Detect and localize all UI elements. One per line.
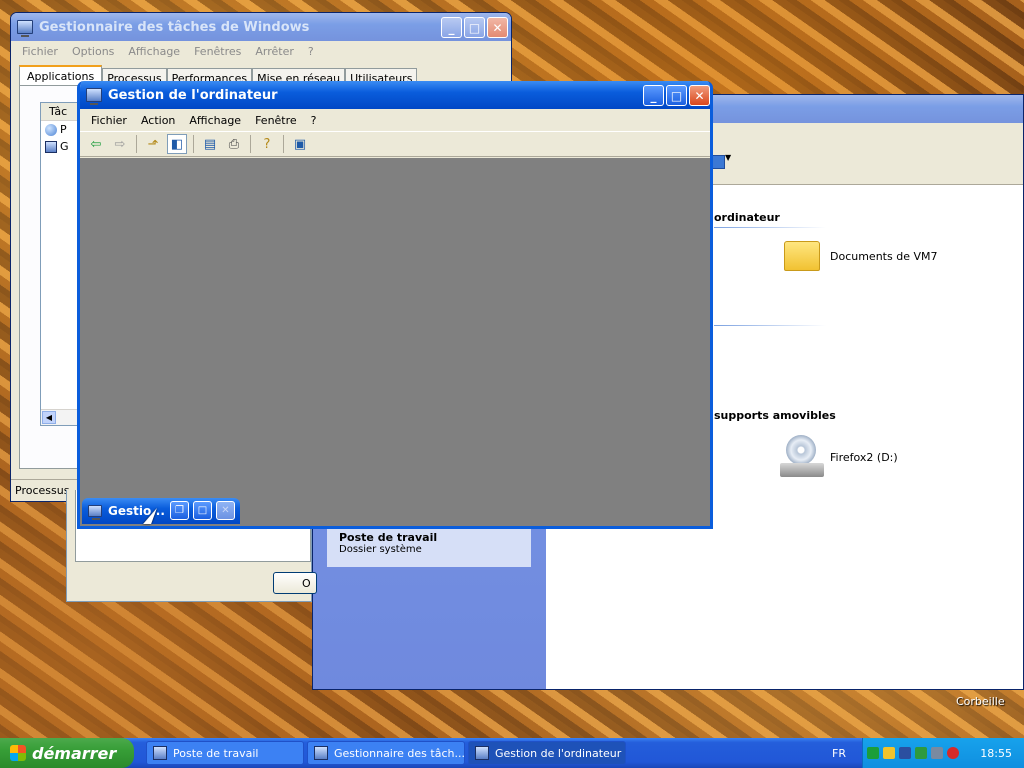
list-item-label: P — [60, 123, 67, 136]
details-subtitle: Dossier système — [339, 544, 422, 555]
menu-fenetres[interactable]: Fenêtres — [187, 45, 248, 58]
minimized-title: Gestio... — [108, 504, 165, 518]
task-list: Tâc P G ◀ — [40, 102, 80, 426]
help-icon[interactable]: ? — [257, 134, 277, 154]
computer-management-toolbar: ⇦ ⇨ ⬏ ◧ ▤ ⎙ ? ▣ — [80, 131, 710, 157]
restore-button[interactable]: ❐ — [170, 501, 189, 520]
column-header[interactable]: Tâc — [41, 103, 79, 121]
status-processes: Processus — [15, 484, 70, 497]
list-item[interactable]: P — [41, 121, 79, 138]
minimized-child-window[interactable]: Gestio... ❐ □ ✕ — [82, 498, 240, 524]
taskbar-item-task-manager[interactable]: Gestionnaire des tâch... — [307, 741, 465, 765]
minimize-button[interactable]: _ — [643, 85, 664, 106]
list-item[interactable]: G — [41, 138, 79, 155]
section-divider — [714, 325, 826, 326]
maximize-button[interactable]: □ — [193, 501, 212, 520]
toolbar-separator — [283, 135, 284, 153]
print-icon[interactable]: ⎙ — [224, 134, 244, 154]
toolbar-separator — [136, 135, 137, 153]
scroll-left-icon[interactable]: ◀ — [42, 411, 56, 424]
computer-icon — [86, 88, 102, 105]
connection-icon[interactable] — [899, 747, 911, 759]
clock: 18:55 — [980, 746, 1012, 760]
maximize-button[interactable]: □ — [464, 17, 485, 38]
section-divider — [714, 227, 826, 228]
language-indicator[interactable]: FR — [832, 747, 846, 760]
taskbar-item-computer-management[interactable]: Gestion de l'ordinateur — [468, 741, 626, 765]
show-hide-tree-icon[interactable]: ◧ — [167, 134, 187, 154]
recycle-bin-label[interactable]: Corbeille — [956, 695, 1005, 708]
windows-flag-icon — [10, 745, 26, 761]
views-icon[interactable] — [711, 155, 725, 169]
menu-options[interactable]: Options — [65, 45, 121, 58]
properties-icon[interactable]: ▤ — [200, 134, 220, 154]
start-button[interactable]: démarrer — [0, 738, 134, 768]
menu-help[interactable]: ? — [304, 114, 324, 127]
cd-drive-icon — [780, 435, 824, 479]
menu-help[interactable]: ? — [301, 45, 321, 58]
chevron-down-icon[interactable]: ▼ — [725, 153, 731, 162]
maximize-button[interactable]: □ — [666, 85, 687, 106]
taskbar-item-label: Gestionnaire des tâch... — [334, 746, 465, 760]
section-header-ordinateur: ordinateur — [714, 211, 780, 224]
computer-management-title: Gestion de l'ordinateur — [108, 87, 278, 103]
mdi-client-area: Gestio... ❐ □ ✕ — [80, 158, 710, 526]
menu-affichage[interactable]: Affichage — [121, 45, 187, 58]
security-shield-icon[interactable] — [883, 747, 895, 759]
toolbar-separator — [250, 135, 251, 153]
forward-arrow-icon[interactable]: ⇨ — [110, 134, 130, 154]
folder-label: Documents de VM7 — [830, 249, 938, 263]
horizontal-scrollbar[interactable]: ◀ — [41, 409, 79, 425]
computer-management-menubar: Fichier Action Affichage Fenêtre ? — [80, 109, 710, 131]
taskbar-item-label: Poste de travail — [173, 746, 259, 760]
console-icon[interactable]: ▣ — [290, 134, 310, 154]
menu-fenetre[interactable]: Fenêtre — [248, 114, 304, 127]
minimize-button[interactable]: _ — [441, 17, 462, 38]
volume-icon[interactable] — [931, 747, 943, 759]
task-manager-menubar: Fichier Options Affichage Fenêtres Arrêt… — [11, 41, 511, 61]
computer-icon — [314, 746, 328, 760]
globe-icon — [45, 123, 57, 136]
list-item-label: G — [60, 140, 69, 153]
back-arrow-icon[interactable]: ⇦ — [86, 134, 106, 154]
close-button[interactable]: ✕ — [689, 85, 710, 106]
section-header-removable: supports amovibles — [714, 409, 836, 422]
menu-affichage[interactable]: Affichage — [182, 114, 248, 127]
computer-icon — [45, 140, 57, 153]
menu-fichier[interactable]: Fichier — [15, 45, 65, 58]
drive-item[interactable]: Firefox2 (D:) — [780, 435, 898, 479]
computer-management-titlebar[interactable]: Gestion de l'ordinateur _ □ ✕ — [80, 81, 710, 109]
toolbar-separator — [193, 135, 194, 153]
system-tray: 18:55 — [862, 738, 1024, 768]
close-button[interactable]: ✕ — [487, 17, 508, 38]
taskbar-item-poste-de-travail[interactable]: Poste de travail — [146, 741, 304, 765]
computer-icon — [153, 746, 167, 760]
taskbar: démarrer Poste de travail Gestionnaire d… — [0, 738, 1024, 768]
close-button[interactable]: ✕ — [216, 501, 235, 520]
menu-arreter[interactable]: Arrêter — [248, 45, 301, 58]
network-icon[interactable] — [867, 747, 879, 759]
taskbar-item-label: Gestion de l'ordinateur — [495, 746, 622, 760]
drive-label: Firefox2 (D:) — [830, 450, 898, 464]
computer-management-window: Gestion de l'ordinateur _ □ ✕ Fichier Ac… — [77, 81, 713, 529]
menu-fichier[interactable]: Fichier — [84, 114, 134, 127]
task-manager-title: Gestionnaire des tâches de Windows — [39, 19, 310, 35]
start-label: démarrer — [32, 743, 117, 763]
antivirus-icon[interactable] — [915, 747, 927, 759]
computer-icon — [17, 20, 33, 37]
details-box: Poste de travail Dossier système — [327, 525, 531, 567]
folder-icon — [784, 241, 820, 271]
ok-button[interactable]: O — [273, 572, 317, 594]
menu-action[interactable]: Action — [134, 114, 182, 127]
up-folder-icon[interactable]: ⬏ — [143, 134, 163, 154]
computer-icon — [475, 746, 489, 760]
folder-item[interactable]: Documents de VM7 — [784, 241, 937, 271]
task-manager-titlebar[interactable]: Gestionnaire des tâches de Windows _ □ ✕ — [11, 13, 511, 41]
computer-icon — [88, 505, 102, 520]
details-title: Poste de travail — [339, 531, 438, 544]
security-alert-icon[interactable] — [947, 747, 959, 759]
